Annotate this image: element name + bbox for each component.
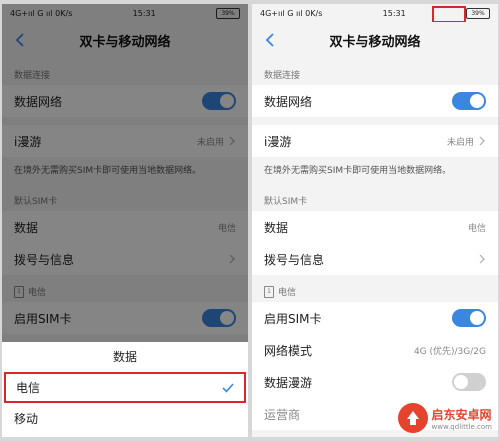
network-mode-label: 网络模式 [264, 343, 313, 358]
roaming-row[interactable]: i漫游 未启用 [252, 125, 498, 157]
dim-overlay[interactable] [2, 4, 248, 342]
watermark-name: 启东安卓网 [431, 407, 492, 422]
signal-indicator: 4G+ııl G ııl 0K/s [260, 8, 323, 18]
roaming-value: 未启用 [446, 137, 474, 148]
data-sim-picker-sheet: 数据 电信 移动 [2, 342, 248, 437]
roaming-hint: 在境外无需购买SIM卡即可使用当地数据网络。 [264, 166, 452, 176]
sim-section-heading: 1 电信 [252, 275, 498, 302]
section-label-data-connection: 数据连接 [264, 71, 301, 81]
data-sim-label: 数据 [264, 220, 289, 235]
checkmark-icon [222, 382, 234, 393]
sheet-option-mobile[interactable]: 移动 [2, 403, 248, 434]
enable-sim-label: 启用SIM卡 [264, 311, 322, 326]
battery-icon: 39% [465, 7, 490, 19]
right-phone-screen: 4G+ııl G ııl 0K/s 15:31 39% 双卡与移动网络 数据连接… [252, 4, 498, 437]
watermark-url: www.qdlittle.com [431, 422, 492, 431]
data-sim-row[interactable]: 数据 电信 [252, 211, 498, 243]
network-mode-value: 4G (优先)/3G/2G [413, 346, 486, 357]
chevron-right-icon [479, 136, 485, 146]
carrier-label: 运营商 [264, 407, 301, 422]
watermark: 启东安卓网 www.qdlittle.com [397, 403, 492, 433]
data-network-row[interactable]: 数据网络 [252, 85, 498, 117]
sim-card-icon: 1 [264, 285, 274, 298]
left-phone-screen: 4G+ııl G ııl 0K/s 15:31 39% 双卡与移动网络 数据连接… [2, 4, 248, 437]
enable-sim-row[interactable]: 启用SIM卡 [252, 302, 498, 334]
data-sim-value: 电信 [467, 223, 486, 234]
chevron-right-icon [479, 254, 485, 264]
title-bar: 双卡与移动网络 [252, 22, 498, 58]
data-roaming-toggle[interactable] [452, 373, 486, 391]
back-arrow-icon[interactable] [262, 31, 280, 49]
battery-highlight-box [432, 6, 466, 23]
data-roaming-row[interactable]: 数据漫游 [252, 366, 498, 398]
sheet-title: 数据 [112, 350, 137, 364]
sheet-option-telecom[interactable]: 电信 [4, 372, 246, 403]
data-network-toggle[interactable] [452, 92, 486, 110]
status-time: 15:31 [382, 8, 406, 18]
data-roaming-label: 数据漫游 [264, 375, 313, 390]
data-network-label: 数据网络 [264, 94, 313, 109]
watermark-logo-icon [397, 403, 428, 433]
page-title: 双卡与移动网络 [329, 34, 421, 50]
dial-message-label: 拨号与信息 [264, 252, 325, 267]
dial-message-row[interactable]: 拨号与信息 [252, 243, 498, 275]
roaming-label: i漫游 [264, 134, 292, 149]
section-label-default-sim: 默认SIM卡 [264, 197, 308, 207]
enable-sim-toggle[interactable] [452, 309, 486, 327]
network-mode-row[interactable]: 网络模式 4G (优先)/3G/2G [252, 334, 498, 366]
